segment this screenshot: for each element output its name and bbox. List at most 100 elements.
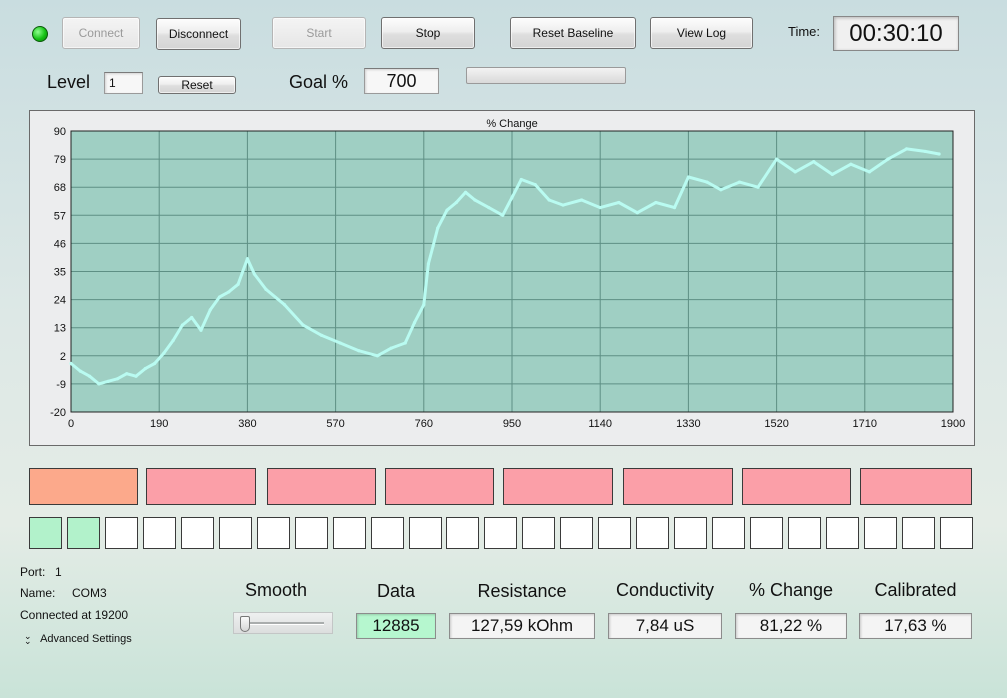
data-label: Data: [376, 581, 416, 601]
x-tick-label: 1710: [853, 418, 877, 430]
data-point: [445, 208, 449, 212]
indicator-small-14: [522, 517, 555, 549]
y-tick-label: 68: [54, 182, 66, 194]
data-point: [547, 198, 551, 202]
stop-button[interactable]: Stop: [381, 17, 475, 49]
data-point: [180, 323, 185, 327]
data-point: [580, 198, 584, 202]
connect-button[interactable]: Connect: [62, 17, 140, 49]
indicator-small-10: [371, 517, 404, 549]
time-label: Time:: [788, 24, 821, 39]
data-point: [422, 303, 426, 307]
disconnect-button[interactable]: Disconnect: [156, 18, 241, 50]
indicator-small-13: [484, 517, 517, 549]
data-point: [115, 377, 120, 381]
y-tick-label: 35: [54, 267, 66, 279]
data-point: [143, 366, 147, 371]
x-tick-label: 190: [150, 418, 168, 430]
indicator-small-18: [674, 517, 707, 549]
data-point: [199, 328, 203, 332]
start-button[interactable]: Start: [272, 17, 366, 49]
indicator-small-3: [105, 517, 138, 549]
data-point: [830, 172, 834, 177]
data-point: [737, 180, 742, 184]
calibrated-label: Calibrated: [874, 580, 957, 600]
data-point: [923, 149, 927, 154]
data-point: [473, 198, 477, 202]
data-point: [756, 185, 760, 189]
data-point: [78, 369, 82, 373]
data-point: [69, 361, 73, 366]
smooth-slider-thumb[interactable]: [240, 616, 250, 632]
indicator-small-11: [409, 517, 442, 549]
port-value: 1: [55, 565, 62, 579]
data-point: [375, 354, 379, 358]
x-tick-label: 0: [68, 418, 74, 430]
indicator-big-3: [267, 468, 376, 505]
smooth-slider[interactable]: [233, 612, 333, 634]
advanced-settings-toggle[interactable]: ⌄ ⌄ Advanced Settings: [24, 632, 132, 646]
level-label: Level: [47, 72, 91, 92]
data-point: [812, 160, 816, 164]
percent-change-value: 81,22 %: [735, 613, 847, 639]
data-point: [719, 188, 723, 192]
y-tick-label: 57: [54, 210, 66, 222]
indicator-small-19: [712, 517, 745, 549]
name-value: COM3: [72, 586, 107, 600]
data-point: [338, 341, 342, 345]
reset-baseline-button[interactable]: Reset Baseline: [510, 17, 636, 49]
indicator-small-15: [560, 517, 593, 549]
smooth-slider-track: [242, 622, 324, 625]
y-tick-label: 24: [54, 295, 66, 307]
data-point: [705, 180, 709, 184]
data-point: [252, 272, 256, 276]
data-point: [97, 382, 101, 386]
indicator-small-5: [181, 517, 214, 549]
data-point: [487, 206, 491, 210]
indicator-small-25: [940, 517, 973, 549]
indicator-small-8: [295, 517, 328, 549]
conductivity-value: 7,84 uS: [608, 613, 722, 639]
indicator-small-24: [902, 517, 935, 549]
data-point: [227, 290, 231, 294]
data-point: [426, 262, 431, 266]
x-tick-label: 760: [415, 418, 433, 430]
data-point: [519, 177, 523, 182]
indicator-big-1: [29, 468, 138, 505]
y-tick-label: -9: [56, 379, 66, 391]
chart-svg: 0 190 380 570 760 950 1140 1330 1520 1710 1900 90 79…: [50, 118, 965, 430]
data-point: [87, 374, 92, 378]
data-point: [654, 200, 658, 205]
chart-title: % Change: [486, 118, 537, 130]
data-point: [561, 203, 565, 207]
y-tick-label: 90: [54, 126, 66, 138]
x-tick-label: 1140: [588, 418, 612, 430]
data-point: [686, 175, 691, 179]
data-point: [635, 211, 639, 215]
view-log-button[interactable]: View Log: [650, 17, 753, 49]
data-point: [403, 341, 407, 345]
data-point: [775, 157, 779, 161]
x-tick-label: 380: [238, 418, 256, 430]
connection-status-led: [32, 26, 48, 42]
level-reset-button[interactable]: Reset: [158, 76, 236, 94]
data-point: [501, 213, 505, 217]
goal-progress-bar: [466, 67, 626, 84]
data-point: [617, 200, 621, 205]
port-label: Port:: [20, 565, 46, 579]
data-point: [793, 170, 797, 174]
data-point: [236, 282, 240, 286]
level-input[interactable]: 1: [104, 72, 143, 94]
indicator-small-9: [333, 517, 366, 549]
indicator-small-17: [636, 517, 669, 549]
y-tick-label: 79: [54, 154, 66, 166]
indicator-small-4: [143, 517, 176, 549]
data-point: [320, 333, 324, 337]
data-point: [245, 257, 249, 261]
data-point: [125, 372, 129, 376]
data-point: [217, 295, 222, 299]
goal-input[interactable]: 700: [364, 68, 439, 94]
y-tick-label: 13: [54, 323, 66, 335]
resistance-label: Resistance: [477, 581, 567, 601]
data-point: [937, 152, 941, 156]
